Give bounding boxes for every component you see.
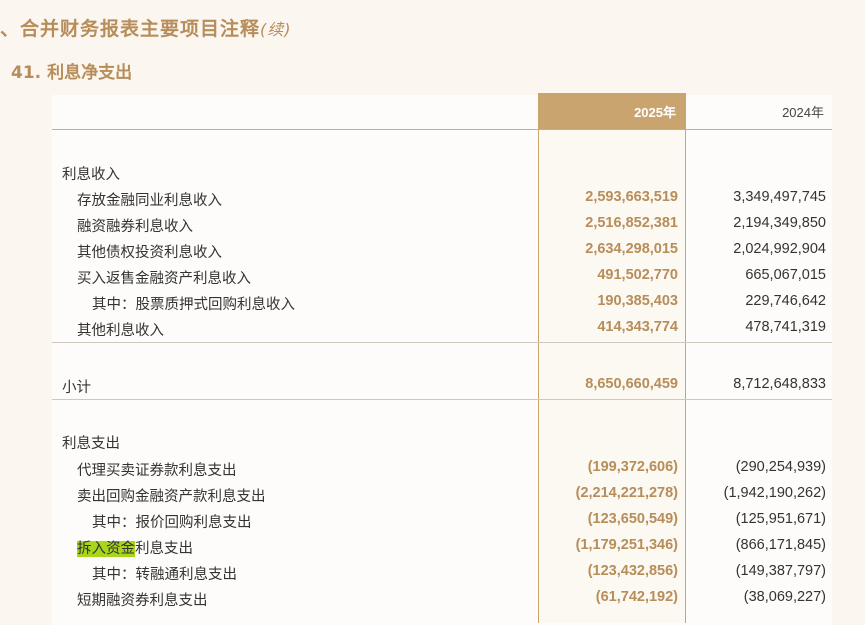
note-number: 41. (11, 63, 42, 83)
value-2024: (1,942,190,262) (723, 485, 826, 501)
value-2024: (866,171,845) (735, 537, 826, 553)
value-2025: (61,742,192) (595, 589, 678, 605)
table-row: 拆入资金利息支出 (1,179,251,346) (866,171,845) (52, 533, 832, 559)
highlighted-text: 拆入资金 (77, 541, 135, 557)
table-row: 存放金融同业利息收入 2,593,663,519 3,349,497,745 (52, 185, 832, 211)
table-row: 代理买卖证券款利息支出 (199,372,606) (290,254,939) (52, 455, 832, 481)
row-label: 短期融资券利息支出 (77, 593, 208, 609)
row-label: 利息支出 (62, 436, 120, 452)
value-2024: (149,387,797) (735, 563, 826, 579)
row-label: 代理买卖证券款利息支出 (77, 463, 237, 479)
row-label: 小计 (62, 380, 91, 396)
table-row: 其中：报价回购利息支出 (123,650,549) (125,951,671) (52, 507, 832, 533)
value-2024: 8,712,648,833 (733, 376, 826, 392)
row-label: 其他利息收入 (77, 323, 164, 339)
table-row: 其他债权投资利息收入 2,634,298,015 2,024,992,904 (52, 237, 832, 263)
row-label: 卖出回购金融资产款利息支出 (77, 489, 266, 505)
value-2024: 2,194,349,850 (733, 215, 826, 231)
row-label: 存放金融同业利息收入 (77, 193, 222, 209)
header-divider (52, 129, 832, 130)
row-label: 其中：报价回购利息支出 (92, 515, 252, 531)
section-title-continued: (续) (260, 20, 292, 39)
value-2024: (38,069,227) (743, 589, 826, 605)
value-2024: (125,951,671) (735, 511, 826, 527)
value-2024: (290,254,939) (735, 459, 826, 475)
value-2025: 2,516,852,381 (585, 215, 678, 231)
table-row: 其中：股票质押式回购利息收入 190,385,403 229,746,642 (52, 289, 832, 315)
subtotal-divider-bottom (52, 399, 832, 400)
subtotal-divider-top (52, 342, 832, 343)
table-row: 融资融券利息收入 2,516,852,381 2,194,349,850 (52, 211, 832, 237)
value-2025: 414,343,774 (597, 319, 678, 335)
row-label: 买入返售金融资产利息收入 (77, 271, 251, 287)
row-label-rest: 利息支出 (135, 541, 193, 557)
note-title: 41. 利息净支出 (11, 58, 132, 83)
value-2025: 2,593,663,519 (585, 189, 678, 205)
section-title-text: 、合并财务报表主要项目注释 (0, 18, 261, 40)
table-row-subtotal: 小计 8,650,660,459 8,712,648,833 (52, 372, 832, 398)
value-2024: 2,024,992,904 (733, 241, 826, 257)
row-label: 其中：股票质押式回购利息收入 (92, 297, 295, 313)
value-2025: (123,650,549) (587, 511, 678, 527)
value-2025: 190,385,403 (597, 293, 678, 309)
value-2024: 665,067,015 (745, 267, 826, 283)
table-row: 利息收入 (52, 159, 832, 185)
value-2025: 2,634,298,015 (585, 241, 678, 257)
value-2025: (199,372,606) (587, 459, 678, 475)
table-row: 买入返售金融资产利息收入 491,502,770 665,067,015 (52, 263, 832, 289)
table-row: 其中：转融通利息支出 (123,432,856) (149,387,797) (52, 559, 832, 585)
table-row: 其他利息收入 414,343,774 478,741,319 (52, 315, 832, 341)
value-2024: 229,746,642 (745, 293, 826, 309)
row-label: 其他债权投资利息收入 (77, 245, 222, 261)
value-2025: (1,179,251,346) (575, 537, 678, 553)
row-label: 融资融券利息收入 (77, 219, 193, 235)
value-2025: (123,432,856) (587, 563, 678, 579)
table-row: 短期融资券利息支出 (61,742,192) (38,069,227) (52, 585, 832, 611)
value-2025: 8,650,660,459 (585, 376, 678, 392)
value-2024: 3,349,497,745 (733, 189, 826, 205)
header-2025: 2025年 (538, 93, 686, 129)
note-title-text: 利息净支出 (47, 63, 133, 83)
row-label: 利息收入 (62, 167, 120, 183)
value-2025: (2,214,221,278) (575, 485, 678, 501)
value-2024: 478,741,319 (745, 319, 826, 335)
row-label: 其中：转融通利息支出 (92, 567, 237, 583)
table-row: 卖出回购金融资产款利息支出 (2,214,221,278) (1,942,190… (52, 481, 832, 507)
value-2025: 491,502,770 (597, 267, 678, 283)
row-label: 拆入资金利息支出 (77, 537, 193, 558)
header-2024: 2024年 (782, 104, 824, 120)
section-title: 、合并财务报表主要项目注释(续) (0, 14, 292, 41)
table-row: 利息支出 (52, 428, 832, 454)
